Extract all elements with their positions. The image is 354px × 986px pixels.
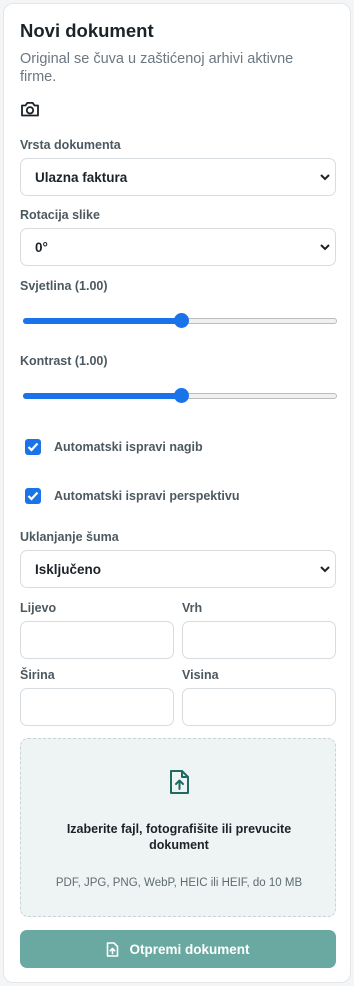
crop-width-input[interactable]: [20, 688, 174, 726]
rotation-select[interactable]: 0°: [20, 228, 336, 266]
file-dropzone[interactable]: Izaberite fajl, fotografišite ili prevuc…: [20, 738, 336, 917]
noise-removal-label: Uklanjanje šuma: [20, 530, 119, 544]
auto-perspective-label: Automatski ispravi perspektivu: [54, 489, 240, 503]
auto-perspective-checkbox-row[interactable]: Automatski ispravi perspektivu: [25, 488, 239, 504]
file-upload-icon: [170, 770, 189, 794]
chevron-down-icon: [320, 244, 330, 251]
upload-icon: [107, 941, 119, 957]
upload-document-button[interactable]: Otpremi dokument: [20, 930, 336, 968]
chevron-down-icon: [320, 566, 330, 573]
dropzone-hint: PDF, JPG, PNG, WebP, HEIC ili HEIF, do 1…: [55, 877, 303, 889]
camera-icon[interactable]: [20, 100, 42, 120]
noise-removal-select[interactable]: Isključeno: [20, 550, 336, 588]
crop-width-label: Širina: [20, 668, 55, 682]
crop-top-label: Vrh: [182, 601, 203, 615]
rotation-label: Rotacija slike: [20, 208, 100, 222]
contrast-label: Kontrast (1.00): [20, 354, 108, 368]
slider-fill: [23, 318, 181, 324]
crop-height-label: Visina: [182, 668, 219, 682]
noise-removal-value: Isključeno: [35, 561, 102, 577]
auto-perspective-checkbox[interactable]: [25, 488, 41, 504]
brightness-label: Svjetlina (1.00): [20, 279, 108, 293]
document-type-select[interactable]: Ulazna faktura: [20, 158, 336, 196]
upload-document-label: Otpremi dokument: [129, 941, 250, 957]
auto-tilt-checkbox-row[interactable]: Automatski ispravi nagib: [25, 439, 203, 455]
brightness-slider[interactable]: [23, 312, 339, 328]
page-subtitle: Original se čuva u zaštićenoj arhivi akt…: [20, 51, 294, 85]
slider-fill: [23, 393, 181, 399]
new-document-card: Novi dokument Original se čuva u zaštiće…: [3, 3, 351, 983]
dropzone-title: Izaberite fajl, fotografišite ili prevuc…: [66, 822, 292, 852]
document-type-label: Vrsta dokumenta: [20, 138, 121, 152]
rotation-value: 0°: [35, 239, 48, 255]
auto-tilt-checkbox[interactable]: [25, 439, 41, 455]
crop-left-label: Lijevo: [20, 601, 57, 615]
document-type-value: Ulazna faktura: [35, 169, 128, 185]
crop-height-input[interactable]: [182, 688, 336, 726]
contrast-slider[interactable]: [23, 387, 339, 403]
auto-tilt-label: Automatski ispravi nagib: [54, 440, 203, 454]
slider-thumb[interactable]: [174, 313, 189, 328]
crop-top-input[interactable]: [182, 621, 336, 659]
slider-thumb[interactable]: [174, 388, 189, 403]
chevron-down-icon: [320, 174, 330, 181]
crop-left-input[interactable]: [20, 621, 174, 659]
page-title: Novi dokument: [20, 20, 154, 41]
